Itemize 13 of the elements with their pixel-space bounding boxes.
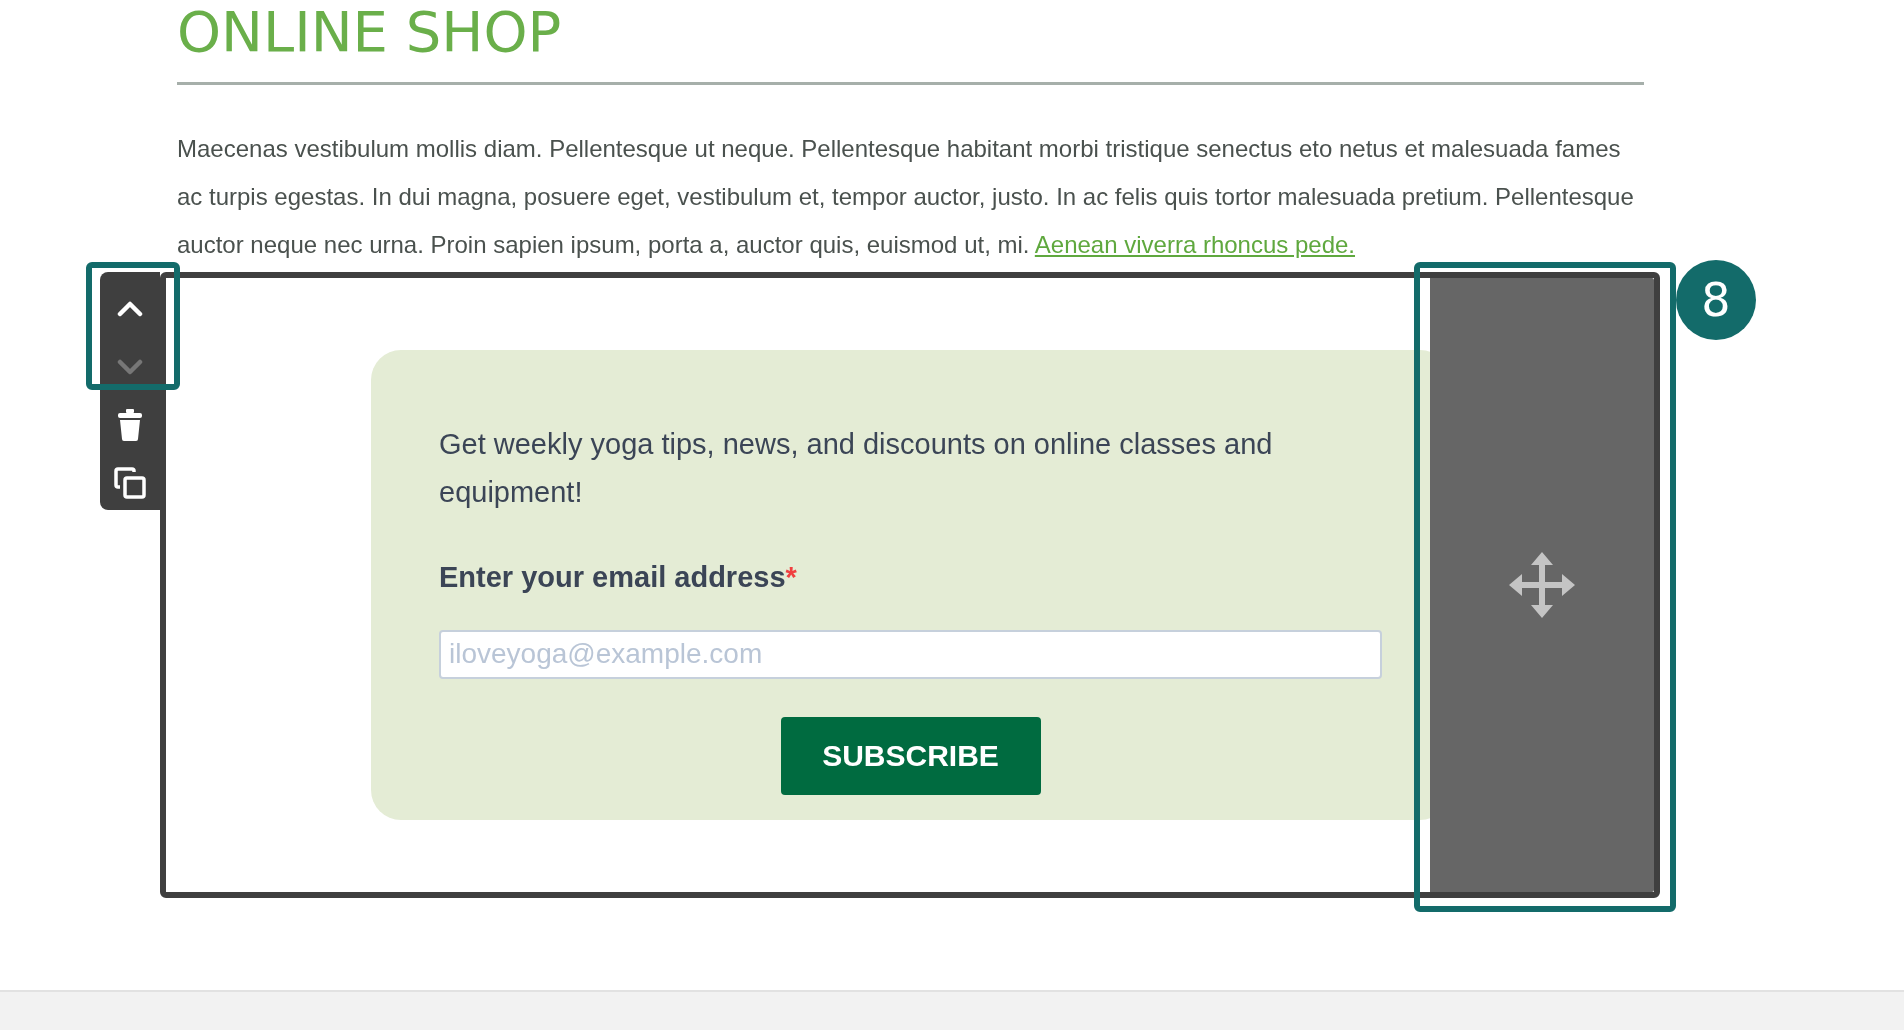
- trash-icon: [118, 409, 142, 441]
- intro-text: Get weekly yoga tips, news, and discounts on online classes and equipment!: [439, 427, 1274, 510]
- copy-icon: [114, 467, 146, 499]
- email-input-field[interactable]: iloveyoga@example.com: [439, 629, 1382, 679]
- step-badge: 8: [1676, 260, 1756, 340]
- chevron-up-icon: [117, 301, 143, 317]
- page-heading: ONLINE SHOP: [177, 4, 563, 60]
- move-icon: [1509, 552, 1575, 618]
- drag-handle[interactable]: [1430, 278, 1654, 892]
- field-label: Enter your email address*: [439, 560, 797, 595]
- chevron-down-icon: [117, 359, 143, 375]
- subscribe-button[interactable]: SUBSCRIBE: [780, 716, 1041, 795]
- body-paragraph: Maecenas vestibulum mollis diam. Pellentesque ut neque. Pellentesque habitant morbi tristique senectus eto netus et malesuada fames ac turpis egestas. In dui magna, posuere eget, vestibulum et, tempor auctor, justo. In ac felis quis tortor malesuada pretium. Pellentesque auctor neque nec urna. Proin sapien ipsum, porta a, auctor quis, euismod ut, mi. Aenean viverra rhoncus pede.: [177, 134, 1635, 260]
